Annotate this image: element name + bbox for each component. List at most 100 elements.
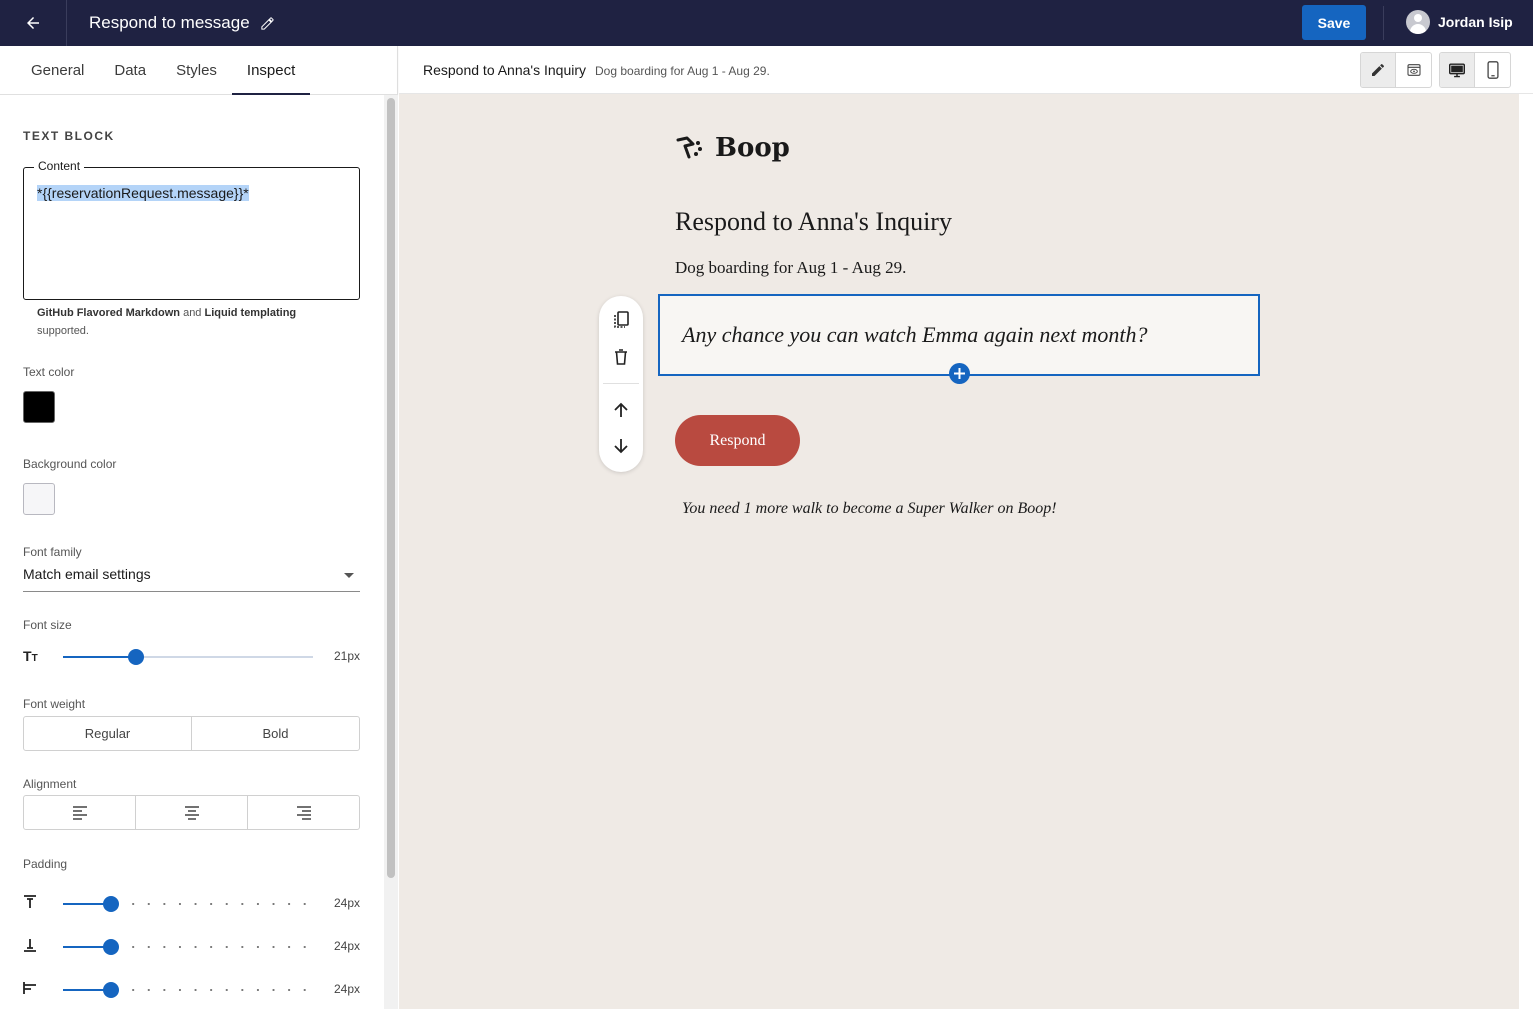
user-name: Jordan Isip <box>1438 14 1513 30</box>
background-color-swatch[interactable] <box>23 483 55 515</box>
mode-toggle <box>1360 52 1432 88</box>
padding-top-value: 24px <box>333 896 360 910</box>
content-textarea[interactable]: *{{reservationRequest.message}}* <box>37 185 249 201</box>
preview-header: Respond to Anna's Inquiry Dog boarding f… <box>399 46 1533 94</box>
slider-fill <box>63 656 136 658</box>
trash-icon <box>615 349 627 365</box>
delete-button[interactable] <box>610 346 632 368</box>
tab-general[interactable]: General <box>16 46 99 94</box>
align-right-button[interactable] <box>248 796 359 829</box>
document-title-text: Respond to message <box>89 13 250 32</box>
preview-subtitle: Dog boarding for Aug 1 - Aug 29. <box>595 64 770 78</box>
align-left-button[interactable] <box>24 796 136 829</box>
tab-styles[interactable]: Styles <box>161 46 232 94</box>
mobile-view-button[interactable] <box>1475 53 1510 87</box>
move-up-button[interactable] <box>610 399 632 421</box>
font-size-value: 21px <box>333 649 360 663</box>
text-color-swatch[interactable] <box>23 391 55 423</box>
plus-icon <box>954 368 965 379</box>
slider-thumb[interactable] <box>102 896 119 912</box>
edit-mode-button[interactable] <box>1361 53 1396 87</box>
message-text: Any chance you can watch Emma again next… <box>682 322 1148 347</box>
tab-data[interactable]: Data <box>99 46 161 94</box>
help-text-supported: supported. <box>37 325 89 337</box>
font-weight-regular[interactable]: Regular <box>24 717 192 750</box>
slider-thumb[interactable] <box>102 939 119 955</box>
padding-label: Padding <box>23 857 68 871</box>
background-color-label: Background color <box>23 457 117 471</box>
tab-inspect[interactable]: Inspect <box>231 46 311 95</box>
font-weight-toggle: Regular Bold <box>23 716 360 751</box>
padding-bottom-row: 24px <box>23 935 360 959</box>
email-canvas <box>399 94 1519 1009</box>
preview-icon <box>1406 64 1421 76</box>
font-size-slider-row: TT 21px <box>23 645 360 669</box>
padding-left-icon <box>23 982 36 994</box>
padding-bottom-icon <box>24 939 36 952</box>
help-text-and: and <box>180 307 205 319</box>
padding-left-value: 24px <box>333 982 360 996</box>
padding-left-slider[interactable] <box>63 982 313 998</box>
font-family-value: Match email settings <box>23 566 151 582</box>
user-menu[interactable]: Jordan Isip <box>1406 10 1513 34</box>
content-label: Content <box>34 159 85 173</box>
padding-bottom-value: 24px <box>333 939 360 953</box>
font-weight-bold[interactable]: Bold <box>192 717 359 750</box>
padding-top-row: 24px <box>23 892 360 916</box>
padding-top-slider[interactable] <box>63 896 313 912</box>
section-title: TEXT BLOCK <box>23 129 115 143</box>
caret-down-icon <box>344 573 354 578</box>
brand-name: Boop <box>715 133 790 163</box>
text-color-label: Text color <box>23 365 75 379</box>
mobile-icon <box>1486 61 1499 79</box>
help-text: GitHub Flavored Markdown and Liquid temp… <box>37 304 337 340</box>
device-toggle <box>1439 52 1511 88</box>
boop-logo-icon <box>676 136 702 159</box>
font-size-slider[interactable] <box>63 649 313 665</box>
respond-button[interactable]: Respond <box>675 415 800 466</box>
save-button[interactable]: Save <box>1302 5 1366 40</box>
align-center-icon <box>184 805 199 820</box>
alignment-toggle <box>23 795 360 830</box>
arrow-left-icon <box>27 17 39 29</box>
text-size-icon: TT <box>23 648 38 664</box>
move-down-button[interactable] <box>610 435 632 457</box>
font-family-select[interactable]: Match email settings <box>23 566 360 592</box>
slider-thumb[interactable] <box>127 649 144 665</box>
inspector-panel: General Data Styles Inspect TEXT BLOCK C… <box>0 46 398 1009</box>
email-heading[interactable]: Respond to Anna's Inquiry <box>675 207 952 237</box>
footer-note[interactable]: You need 1 more walk to become a Super W… <box>682 500 1057 518</box>
arrow-up-icon <box>614 402 628 417</box>
duplicate-icon <box>614 311 629 328</box>
align-right-icon <box>296 805 311 820</box>
duplicate-button[interactable] <box>610 309 632 331</box>
toolbar-divider <box>603 383 639 384</box>
padding-bottom-slider[interactable] <box>63 939 313 955</box>
avatar <box>1406 10 1430 34</box>
email-subheading[interactable]: Dog boarding for Aug 1 - Aug 29. <box>675 258 906 278</box>
desktop-icon <box>1449 63 1465 78</box>
scrollbar-thumb[interactable] <box>387 98 395 878</box>
content-value: *{{reservationRequest.message}}* <box>37 185 249 201</box>
font-family-label: Font family <box>23 545 82 559</box>
pencil-icon[interactable] <box>260 16 275 31</box>
alignment-label: Alignment <box>23 777 77 791</box>
padding-top-icon <box>24 895 36 908</box>
align-center-button[interactable] <box>136 796 248 829</box>
slider-thumb[interactable] <box>102 982 119 998</box>
preview-mode-button[interactable] <box>1396 53 1431 87</box>
content-field[interactable]: Content *{{reservationRequest.message}}* <box>23 159 360 300</box>
brand-logo: Boop <box>675 133 790 163</box>
liquid-link[interactable]: Liquid templating <box>204 307 296 319</box>
desktop-view-button[interactable] <box>1440 53 1475 87</box>
canvas-scrollbar[interactable] <box>1519 94 1533 1009</box>
font-weight-label: Font weight <box>23 697 86 711</box>
divider <box>1383 6 1384 40</box>
font-size-label: Font size <box>23 618 72 632</box>
back-button[interactable] <box>0 0 67 46</box>
tab-bar: General Data Styles Inspect <box>0 46 397 95</box>
add-block-button[interactable] <box>949 363 970 384</box>
markdown-link[interactable]: GitHub Flavored Markdown <box>37 307 180 319</box>
document-title: Respond to message <box>89 13 275 33</box>
block-toolbar <box>599 296 643 472</box>
